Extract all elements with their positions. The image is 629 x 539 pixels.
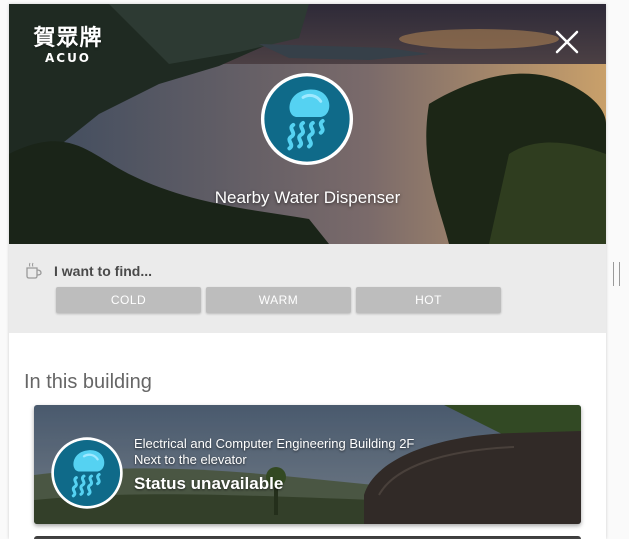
- jellyfish-icon: [258, 70, 356, 168]
- dispenser-status: Status unavailable: [134, 474, 284, 493]
- hot-filter-button[interactable]: HOT: [356, 287, 501, 313]
- brand-logo: 賀眾牌 ACUO: [27, 20, 109, 65]
- dispenser-location-detail: Next to the elevator: [134, 452, 247, 467]
- dispenser-info: Electrical and Computer Engineering Buil…: [134, 436, 414, 494]
- hero-banner: 賀眾牌 ACUO Nearby Water Dispenser: [9, 4, 606, 244]
- cup-icon: [26, 262, 42, 279]
- finder-label: I want to find...: [54, 263, 152, 279]
- panel-resize-handle[interactable]: [613, 262, 620, 286]
- cold-filter-button[interactable]: COLD: [56, 287, 201, 313]
- brand-logo-chinese: 賀眾牌: [33, 25, 103, 51]
- warm-filter-button[interactable]: WARM: [206, 287, 351, 313]
- dispenser-location: Electrical and Computer Engineering Buil…: [134, 436, 415, 451]
- finder-section: I want to find... COLD WARM HOT: [9, 244, 606, 333]
- close-button[interactable]: [554, 29, 580, 55]
- dispenser-panel: 賀眾牌 ACUO Nearby Water Dispenser I want t…: [9, 4, 606, 539]
- dispenser-card[interactable]: Electrical and Computer Engineering Buil…: [34, 405, 581, 524]
- page-title: Nearby Water Dispenser: [214, 188, 401, 207]
- building-section-heading: In this building: [24, 371, 152, 393]
- close-icon: [555, 30, 579, 54]
- jellyfish-icon: [49, 435, 125, 511]
- brand-logo-english: ACUO: [44, 51, 92, 65]
